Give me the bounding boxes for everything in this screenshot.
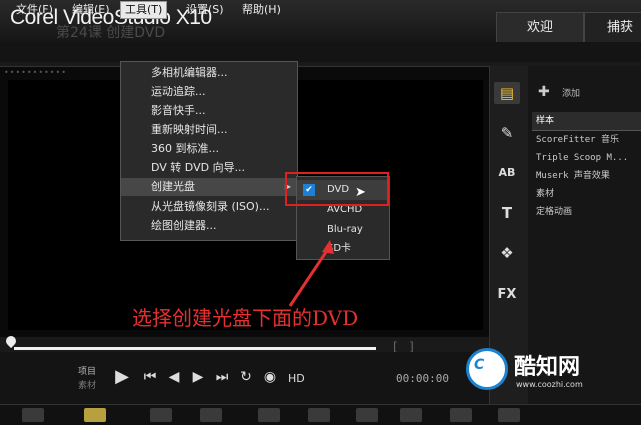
library-item-clips[interactable]: 素材 [532, 185, 641, 203]
menu-item-create-disc[interactable]: 创建光盘 ▶ [121, 178, 297, 196]
watermark-name: 酷知网 [514, 355, 581, 380]
watermark-url: www.coozhi.com [516, 380, 583, 389]
clip-mode-label[interactable]: 素材 [78, 378, 96, 391]
watermark-logo [466, 348, 508, 390]
menu-item-multicam[interactable]: 多相机编辑器... [121, 64, 297, 82]
timeline-view-icon[interactable] [84, 408, 106, 422]
add-label[interactable]: 添加 [562, 86, 580, 99]
submenu-item-sd-card[interactable]: SD卡 [297, 239, 389, 259]
tab-capture[interactable]: 捕获 [584, 12, 641, 43]
motion-track-icon[interactable] [400, 408, 422, 422]
menu-item-motion-tracking[interactable]: 运动追踪... [121, 83, 297, 101]
create-disc-label: 创建光盘 [151, 180, 195, 193]
repeat-button[interactable]: ↻ [236, 369, 256, 385]
menu-item-fastflick[interactable]: 影音快手... [121, 102, 297, 120]
menu-item-time-remap[interactable]: 重新映射时间... [121, 121, 297, 139]
project-mode-label[interactable]: 项目 [78, 364, 96, 377]
auto-music-icon[interactable] [356, 408, 378, 422]
record-icon[interactable] [258, 408, 280, 422]
menu-item-burn-iso[interactable]: 从光盘镜像刻录 (ISO)... [121, 198, 297, 216]
menu-tools[interactable]: 工具(T) [120, 1, 168, 19]
tools-dropdown: 多相机编辑器... 运动追踪... 影音快手... 重新映射时间... 360 … [120, 61, 298, 241]
menu-help[interactable]: 帮助(H) [238, 2, 285, 18]
timecode-display[interactable]: 00:00:00 [396, 372, 449, 385]
library-item-sample[interactable]: 样本 [532, 112, 641, 131]
redo-icon[interactable] [200, 408, 222, 422]
menu-edit[interactable]: 编辑(E) [68, 2, 114, 18]
menu-item-360-to-standard[interactable]: 360 到标准... [121, 140, 297, 158]
submenu-item-bluray[interactable]: Blu-ray [297, 220, 389, 240]
preview-grip: ••••••••••• [4, 68, 67, 77]
next-frame-button[interactable]: ▶ [188, 369, 208, 385]
graphic-icon[interactable]: ❖ [494, 242, 520, 264]
instant-project-icon[interactable]: ✎ [494, 122, 520, 144]
home-button[interactable]: ⏮ [140, 369, 160, 385]
menu-item-dv-to-dvd[interactable]: DV 转 DVD 向导... [121, 159, 297, 177]
scrubber-track[interactable] [14, 347, 376, 350]
library-item-scorefitter[interactable]: ScoreFitter 音乐 [532, 131, 641, 149]
library-item-stop-motion[interactable]: 定格动画 [532, 203, 641, 221]
library-item-triple-scoop[interactable]: Triple Scoop M... [532, 149, 641, 167]
multi-cam-icon[interactable] [498, 408, 520, 422]
library-item-muserk[interactable]: Muserk 声音效果 [532, 167, 641, 185]
hd-toggle[interactable]: HD [288, 372, 305, 385]
annotation-text: 选择创建光盘下面的DVD [132, 306, 359, 330]
tab-welcome[interactable]: 欢迎 [496, 12, 584, 43]
add-icon[interactable]: ✚ [538, 84, 550, 100]
library-list: 样本 ScoreFitter 音乐 Triple Scoop M... Muse… [532, 112, 641, 221]
menu-bar [0, 42, 641, 62]
media-icon[interactable]: ▤ [494, 82, 520, 104]
undo-icon[interactable] [150, 408, 172, 422]
end-button[interactable]: ⏭ [212, 369, 232, 385]
mixer-icon[interactable] [308, 408, 330, 422]
highlight-box [285, 172, 389, 206]
previous-frame-button[interactable]: ◀ [164, 369, 184, 385]
menu-settings[interactable]: 设置(S) [182, 2, 228, 18]
watermark-logo-glyph: C [474, 357, 485, 373]
transition-icon[interactable]: AB [494, 162, 520, 184]
play-button[interactable]: ▶ [112, 366, 132, 387]
storyboard-view-icon[interactable] [22, 408, 44, 422]
title-icon[interactable]: T [494, 202, 520, 224]
menu-file[interactable]: 文件(F) [12, 2, 57, 18]
volume-button[interactable]: ◉ [260, 369, 280, 385]
fx-icon[interactable]: FX [494, 284, 520, 306]
menu-item-painting-creator[interactable]: 绘图创建器... [121, 217, 297, 235]
subtitle-icon[interactable] [450, 408, 472, 422]
